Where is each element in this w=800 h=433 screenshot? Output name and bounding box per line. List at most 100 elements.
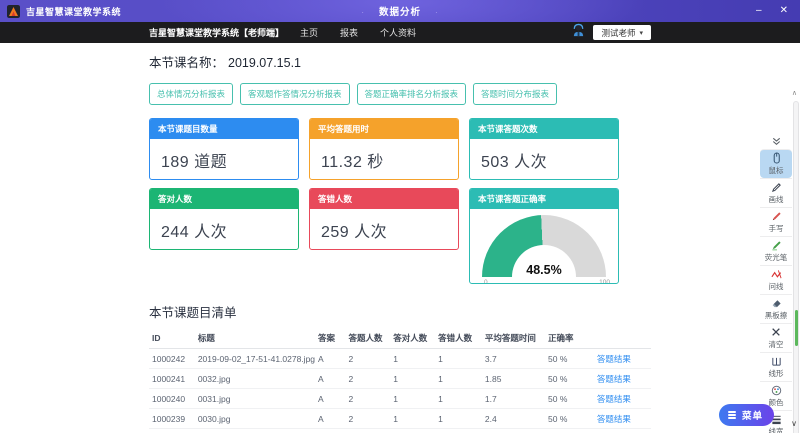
- scrollbar-thumb[interactable]: [795, 310, 799, 346]
- cell-action: 答题结果: [594, 349, 651, 369]
- user-name: 测试老师: [601, 27, 635, 39]
- report-overall-button[interactable]: 总体情况分析报表: [149, 83, 233, 105]
- user-avatar: [571, 23, 586, 43]
- toolbar-collapse[interactable]: [760, 133, 792, 149]
- cell-action: 答题结果: [594, 389, 651, 409]
- answer-result-link[interactable]: 答题结果: [597, 374, 631, 384]
- cell-0: 1000240: [149, 389, 195, 409]
- nav-item-home[interactable]: 主页: [300, 26, 318, 39]
- nav-item-profile[interactable]: 个人资料: [380, 26, 416, 39]
- col-accuracy: 正确率: [545, 328, 594, 349]
- cell-5: 1: [435, 349, 482, 369]
- table-title: 本节课题目清单: [149, 302, 651, 321]
- card-title: 平均答题用时: [310, 119, 458, 139]
- tool-draw-line[interactable]: 画线: [760, 178, 792, 207]
- cell-3: 2: [346, 349, 391, 369]
- tool-label: 线形: [769, 368, 784, 379]
- card-value: 259 人次: [310, 209, 458, 250]
- tool-label: 荧光笔: [765, 252, 788, 263]
- cell-action: 答题结果: [594, 429, 651, 433]
- cell-3: 2: [346, 409, 391, 429]
- color-palette-icon: [771, 384, 782, 396]
- card-title: 本节课答题正确率: [470, 189, 618, 209]
- tool-eraser[interactable]: 黑板擦: [760, 294, 792, 323]
- cell-6: 2.4: [482, 409, 545, 429]
- tool-label: 问线: [769, 281, 784, 292]
- cell-action: 答题结果: [594, 409, 651, 429]
- tool-clear[interactable]: 清空: [760, 323, 792, 352]
- tool-line-shape[interactable]: 线形: [760, 352, 792, 381]
- tool-handwrite[interactable]: 手写: [760, 207, 792, 236]
- table-row: 10002400031.jpgA2111.750 %答题结果: [149, 389, 651, 409]
- card-accuracy-gauge: 本节课答题正确率 48.5% 0 100: [469, 188, 619, 284]
- title-dot-left: ·: [361, 8, 365, 17]
- card-title: 本节课题目数量: [150, 119, 298, 139]
- answer-result-link[interactable]: 答题结果: [597, 414, 631, 424]
- cell-1: 0030.jpg: [195, 409, 315, 429]
- tool-label: 鼠标: [769, 165, 784, 176]
- collapse-toolbar-icon: [771, 135, 782, 147]
- handwrite-pen-icon: [771, 210, 782, 222]
- cell-6: 1.85: [482, 369, 545, 389]
- tool-highlighter[interactable]: 荧光笔: [760, 236, 792, 265]
- tool-dashed-line[interactable]: 问线: [760, 265, 792, 294]
- card-avg-time: 平均答题用时 11.32 秒: [309, 118, 459, 180]
- card-value: 189 道题: [150, 139, 298, 180]
- cell-action: 答题结果: [594, 369, 651, 389]
- cell-2: A: [315, 349, 346, 369]
- cell-4: 1: [390, 429, 435, 433]
- col-answered: 答题人数: [346, 328, 391, 349]
- cell-4: 1: [390, 409, 435, 429]
- page-title: ·数据分析·: [0, 4, 800, 18]
- card-title: 本节课答题次数: [470, 119, 618, 139]
- cell-2: A: [315, 409, 346, 429]
- cell-0: 1000239: [149, 409, 195, 429]
- report-time-dist-button[interactable]: 答题时间分布报表: [473, 83, 557, 105]
- card-title: 答错人数: [310, 189, 458, 209]
- report-objective-button[interactable]: 客观题作答情况分析报表: [240, 83, 350, 105]
- menu-button-label: 菜单: [742, 408, 763, 422]
- table-row: 10002410032.jpgA2111.8550 %答题结果: [149, 369, 651, 389]
- scroll-up-arrow-icon[interactable]: ∧: [792, 89, 797, 97]
- nav-links: 主页 报表 个人资料: [300, 26, 416, 39]
- cell-4: 1: [390, 389, 435, 409]
- cell-4: 1: [390, 349, 435, 369]
- scrollbar-track[interactable]: [793, 101, 799, 433]
- card-question-count: 本节课题目数量 189 道题: [149, 118, 299, 180]
- report-ranking-button[interactable]: 答题正确率排名分析报表: [357, 83, 467, 105]
- cell-7: 50 %: [545, 389, 594, 409]
- cell-3: 2: [346, 429, 391, 433]
- cell-5: 1: [435, 409, 482, 429]
- main-content: 本节课名称：2019.07.15.1 总体情况分析报表 客观题作答情况分析报表 …: [0, 43, 800, 433]
- question-table: ID 标题 答案 答题人数 答对人数 答错人数 平均答题时间 正确率 10002…: [149, 328, 651, 433]
- col-avg-time: 平均答题时间: [482, 328, 545, 349]
- col-action: [594, 328, 651, 349]
- accuracy-gauge: 48.5% 0 100: [482, 215, 606, 277]
- tool-label: 手写: [769, 223, 784, 234]
- cell-7: 50 %: [545, 429, 594, 433]
- card-value: 244 人次: [150, 209, 298, 250]
- cell-2: R: [315, 429, 346, 433]
- cell-0: 1000238: [149, 429, 195, 433]
- cell-6: 2.4: [482, 429, 545, 433]
- cell-6: 3.7: [482, 349, 545, 369]
- card-correct-count: 答对人数 244 人次: [149, 188, 299, 250]
- close-button[interactable]: ✕: [780, 6, 788, 16]
- answer-result-link[interactable]: 答题结果: [597, 354, 631, 364]
- card-wrong-count: 答错人数 259 人次: [309, 188, 459, 250]
- minimize-button[interactable]: –: [756, 6, 762, 16]
- mouse-icon: [771, 152, 782, 164]
- zigzag-line-icon: [771, 268, 782, 280]
- scroll-down-arrow-icon[interactable]: ∨: [791, 419, 797, 428]
- eraser-icon: [771, 297, 782, 309]
- answer-result-link[interactable]: 答题结果: [597, 394, 631, 404]
- menu-button[interactable]: 菜单: [719, 404, 774, 426]
- cell-5: 1: [435, 429, 482, 433]
- tool-mouse[interactable]: 鼠标: [760, 149, 792, 178]
- user-menu-button[interactable]: 测试老师 ▾: [593, 25, 651, 40]
- cell-1: 0031.jpg: [195, 389, 315, 409]
- cell-0: 1000241: [149, 369, 195, 389]
- nav-item-reports[interactable]: 报表: [340, 26, 358, 39]
- col-correct: 答对人数: [390, 328, 435, 349]
- window-controls: – ✕: [756, 6, 800, 16]
